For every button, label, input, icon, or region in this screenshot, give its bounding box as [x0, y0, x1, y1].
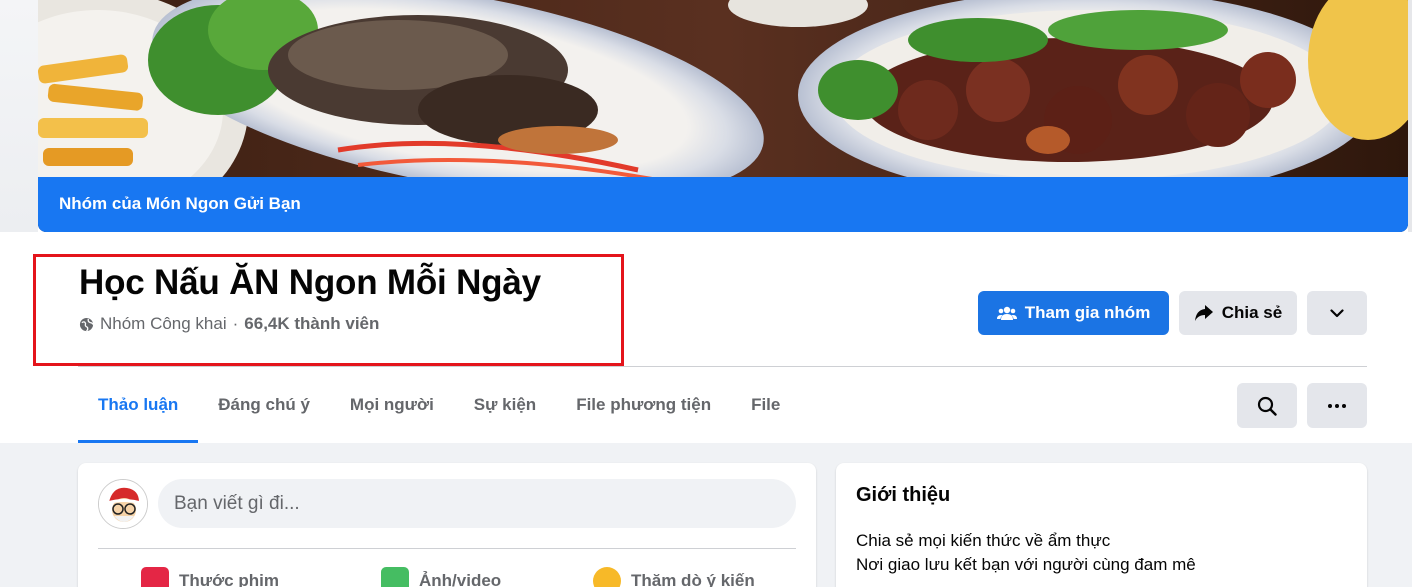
tab-files[interactable]: File	[731, 367, 800, 443]
search-button[interactable]	[1237, 383, 1297, 428]
photo-video-button[interactable]: Ảnh/video	[381, 567, 501, 587]
share-arrow-icon	[1194, 304, 1214, 322]
privacy-label[interactable]: Nhóm Công khai	[100, 314, 227, 334]
search-icon	[1257, 396, 1277, 416]
meta-separator: ·	[232, 314, 239, 333]
avatar[interactable]	[98, 479, 148, 529]
intro-line: Chia sẻ mọi kiến thức về ẩm thực	[856, 531, 1111, 550]
reels-button[interactable]: Thước phim	[141, 567, 279, 587]
poll-icon	[593, 567, 621, 587]
group-meta: Nhóm Công khai · 66,4K thành viên	[79, 314, 379, 334]
left-gutter	[0, 0, 38, 232]
intro-card: Giới thiệu Chia sẻ mọi kiến thức về ẩm t…	[836, 463, 1367, 587]
reels-label: Thước phim	[179, 571, 279, 587]
poll-label: Thăm dò ý kiến	[631, 571, 755, 587]
share-label: Chia sẻ	[1221, 303, 1283, 322]
tab-events[interactable]: Sự kiện	[454, 367, 556, 443]
tab-featured[interactable]: Đáng chú ý	[198, 367, 330, 443]
tab-people[interactable]: Mọi người	[330, 367, 454, 443]
group-tabs: Thảo luận Đáng chú ý Mọi người Sự kiện F…	[78, 367, 800, 443]
chevron-down-icon	[1330, 308, 1344, 318]
share-button[interactable]: Chia sẻ	[1179, 291, 1297, 335]
globe-icon	[79, 317, 94, 332]
intro-line: Nơi giao lưu kết bạn với người cùng đam …	[856, 555, 1196, 574]
tab-discussion[interactable]: Thảo luận	[78, 367, 199, 443]
post-composer: Bạn viết gì đi... Thước phim Ảnh/video T…	[78, 463, 816, 587]
photo-video-label: Ảnh/video	[419, 571, 502, 587]
composer-divider	[98, 548, 796, 549]
post-input[interactable]: Bạn viết gì đi...	[158, 479, 796, 528]
photo-icon	[381, 567, 409, 587]
tab-media[interactable]: File phương tiện	[556, 367, 731, 443]
group-title: Học Nấu ĂN Ngon Mỗi Ngày	[79, 263, 541, 302]
poll-button[interactable]: Thăm dò ý kiến	[593, 567, 755, 587]
cover-photo[interactable]: Nhóm của Món Ngon Gửi Bạn	[38, 0, 1408, 232]
intro-title: Giới thiệu	[856, 484, 951, 506]
ellipsis-icon	[1328, 403, 1346, 408]
join-group-button[interactable]: Tham gia nhóm	[978, 291, 1169, 335]
member-count[interactable]: 66,4K thành viên	[244, 314, 379, 334]
people-icon	[996, 305, 1017, 321]
cover-banner[interactable]: Nhóm của Món Ngon Gửi Bạn	[38, 177, 1408, 232]
reels-icon	[141, 567, 169, 587]
tab-more-button[interactable]	[1307, 383, 1367, 428]
join-group-label: Tham gia nhóm	[1024, 303, 1151, 322]
more-options-button[interactable]	[1307, 291, 1367, 335]
right-gutter	[1408, 0, 1412, 232]
